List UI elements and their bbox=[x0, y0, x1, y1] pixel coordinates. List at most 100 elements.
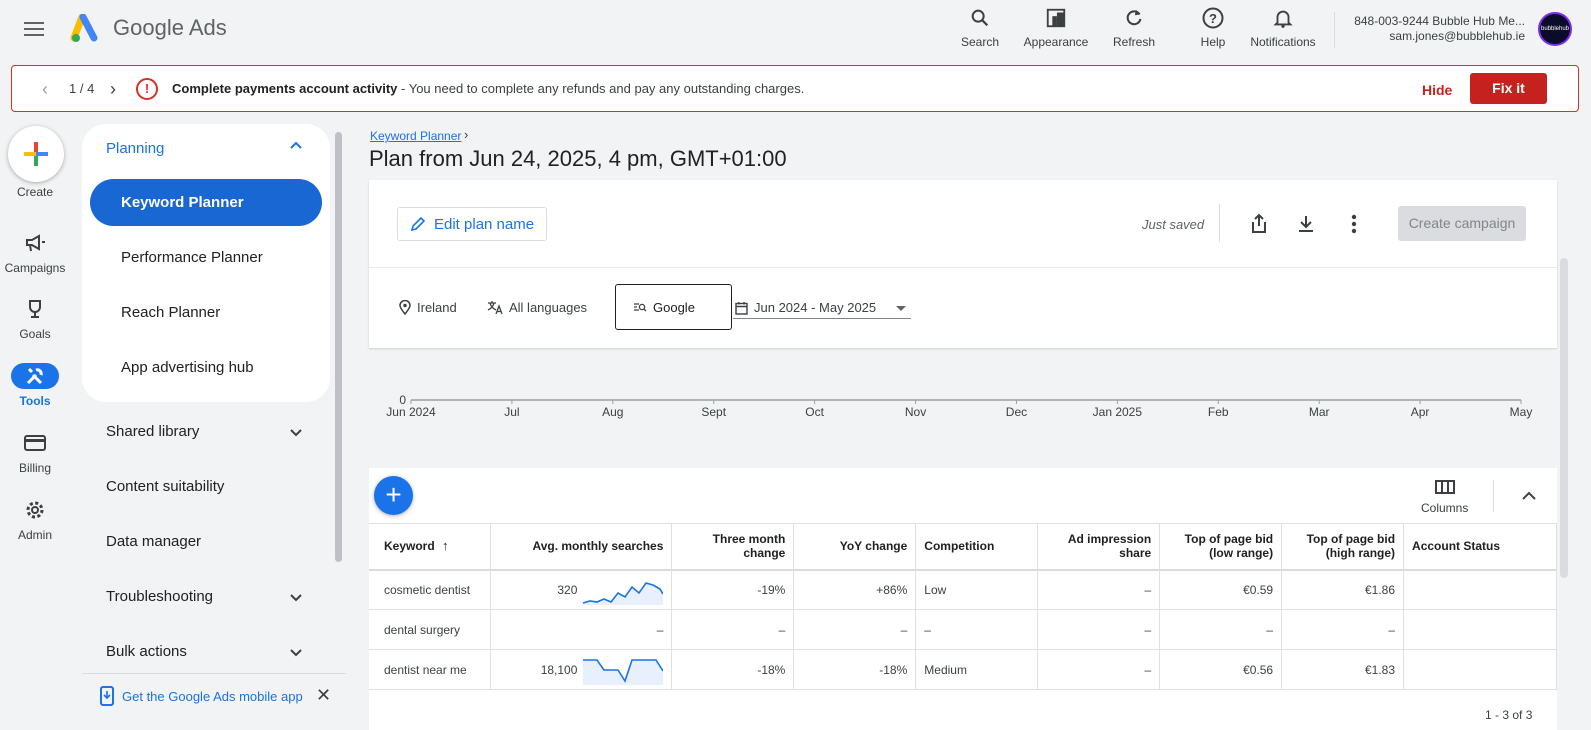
edit-plan-name-button[interactable]: Edit plan name bbox=[397, 207, 547, 241]
chevron-up-icon[interactable] bbox=[1519, 486, 1539, 506]
nav-troubleshooting[interactable]: Troubleshooting bbox=[106, 588, 213, 605]
create-campaign-button[interactable]: Create campaign bbox=[1398, 206, 1526, 241]
alert-message: Complete payments account activity - You… bbox=[172, 81, 804, 96]
location-label: Ireland bbox=[417, 300, 457, 315]
create-button[interactable] bbox=[8, 126, 64, 182]
page-scrollbar[interactable] bbox=[1560, 258, 1568, 578]
col-bid-high[interactable]: Top of page bid (high range) bbox=[1281, 523, 1405, 571]
search-network-icon bbox=[634, 303, 647, 312]
account-info[interactable]: 848-003-9244 Bubble Hub Me... sam.jones@… bbox=[1354, 14, 1525, 44]
date-range-filter[interactable]: Jun 2024 - May 2025 bbox=[735, 300, 908, 315]
columns-button[interactable]: Columns bbox=[1421, 478, 1468, 515]
nav-shared-library[interactable]: Shared library bbox=[106, 423, 199, 440]
planning-section-title[interactable]: Planning bbox=[106, 140, 164, 157]
notifications-button[interactable]: Notifications bbox=[1243, 5, 1323, 49]
three-month-cell: -19% bbox=[671, 569, 795, 610]
close-icon[interactable]: ✕ bbox=[316, 685, 331, 706]
rail-billing[interactable]: Billing bbox=[0, 430, 70, 475]
bid-low-cell: €0.59 bbox=[1159, 569, 1283, 610]
network-label: Google bbox=[653, 299, 695, 315]
trend-sparkline bbox=[583, 581, 664, 605]
impression-share-cell: – bbox=[1037, 569, 1161, 610]
nav-app-advertising-hub[interactable]: App advertising hub bbox=[90, 344, 322, 391]
refresh-icon bbox=[1094, 5, 1174, 31]
planning-card: Planning Keyword Planner Performance Pla… bbox=[82, 124, 330, 402]
nav-keyword-planner[interactable]: Keyword Planner bbox=[90, 179, 322, 226]
three-month-cell: -18% bbox=[671, 649, 795, 690]
col-avg-monthly-searches[interactable]: Avg. monthly searches bbox=[490, 523, 673, 571]
hide-button[interactable]: Hide bbox=[1422, 82, 1452, 98]
date-range-label: Jun 2024 - May 2025 bbox=[754, 300, 877, 315]
chart-svg: 0Jun 2024 Jul Aug Sept Oct Nov Dec Jan 2025 Feb M… bbox=[386, 393, 1532, 419]
nav-data-manager[interactable]: Data manager bbox=[106, 533, 201, 550]
menu-icon[interactable] bbox=[22, 18, 46, 42]
impression-share-cell: – bbox=[1037, 649, 1161, 690]
nav-divider bbox=[82, 673, 346, 674]
rail-billing-label: Billing bbox=[18, 461, 51, 475]
more-vert-icon[interactable] bbox=[1342, 212, 1366, 236]
share-icon[interactable] bbox=[1247, 212, 1271, 236]
nav-content-suitability[interactable]: Content suitability bbox=[106, 478, 224, 495]
help-button[interactable]: ? Help bbox=[1173, 5, 1253, 49]
trophy-icon bbox=[0, 296, 70, 322]
col-account-status[interactable]: Account Status bbox=[1403, 523, 1557, 571]
nav-performance-planner[interactable]: Performance Planner bbox=[90, 234, 322, 281]
table-row[interactable]: dentist near me 18,100 -18% -18% Medium … bbox=[369, 649, 1557, 690]
nav-reach-planner[interactable]: Reach Planner bbox=[90, 289, 322, 336]
chevron-down-icon[interactable] bbox=[287, 643, 305, 661]
network-filter[interactable]: Google bbox=[615, 284, 732, 330]
chevron-up-icon[interactable] bbox=[287, 136, 305, 154]
account-status-cell bbox=[1403, 649, 1557, 690]
nav-panel: Planning Keyword Planner Performance Pla… bbox=[82, 124, 346, 730]
table-row[interactable]: cosmetic dentist 320 -19% +86% Low – €0.… bbox=[369, 569, 1557, 610]
rail-campaigns[interactable]: Campaigns bbox=[0, 230, 70, 275]
appearance-button[interactable]: Appearance bbox=[1016, 5, 1096, 49]
x-tick-label: Aug bbox=[602, 405, 623, 419]
language-filter[interactable]: All languages bbox=[487, 300, 587, 315]
trend-sparkline bbox=[583, 658, 664, 685]
columns-icon bbox=[1434, 480, 1455, 494]
download-icon[interactable] bbox=[1294, 212, 1318, 236]
breadcrumb[interactable]: Keyword Planner bbox=[370, 129, 461, 143]
x-tick-label: Dec bbox=[1006, 405, 1027, 419]
calendar-icon bbox=[735, 301, 748, 315]
yoy-cell: +86% bbox=[793, 569, 917, 610]
col-ad-impression-share[interactable]: Ad impression share bbox=[1037, 523, 1161, 571]
chevron-down-icon[interactable] bbox=[287, 423, 305, 441]
nav-bulk-actions[interactable]: Bulk actions bbox=[106, 643, 187, 660]
search-button[interactable]: Search bbox=[940, 5, 1020, 49]
pagination-summary: 1 - 3 of 3 bbox=[1485, 708, 1533, 722]
col-competition[interactable]: Competition bbox=[915, 523, 1039, 571]
location-filter[interactable]: Ireland bbox=[399, 300, 457, 315]
bell-icon bbox=[1243, 5, 1323, 31]
translate-icon bbox=[487, 301, 503, 315]
nav-scrollbar[interactable] bbox=[335, 132, 342, 562]
toolbar-divider bbox=[1219, 204, 1220, 242]
card-icon bbox=[0, 430, 70, 456]
refresh-button[interactable]: Refresh bbox=[1094, 5, 1174, 49]
language-label: All languages bbox=[509, 300, 588, 315]
rail-admin[interactable]: Admin bbox=[0, 497, 70, 542]
dropdown-arrow-icon bbox=[896, 305, 907, 311]
col-keyword[interactable]: Keyword ↑ bbox=[369, 523, 492, 571]
avatar[interactable]: bubblehub bbox=[1538, 12, 1572, 46]
col-three-month-change[interactable]: Three month change bbox=[671, 523, 795, 571]
chevron-down-icon[interactable] bbox=[287, 588, 305, 606]
account-status-cell bbox=[1403, 569, 1557, 610]
error-icon: ! bbox=[136, 78, 158, 100]
rail-admin-label: Admin bbox=[17, 528, 52, 542]
col-yoy-change[interactable]: YoY change bbox=[793, 523, 917, 571]
rail-goals-label: Goals bbox=[19, 327, 51, 341]
rail-campaigns-label: Campaigns bbox=[4, 261, 66, 275]
rail-goals[interactable]: Goals bbox=[0, 296, 70, 341]
add-keyword-button[interactable]: + bbox=[374, 476, 413, 515]
col-bid-low[interactable]: Top of page bid (low range) bbox=[1159, 523, 1283, 571]
mobile-app-promo[interactable]: Get the Google Ads mobile app bbox=[100, 686, 303, 706]
chevron-right-icon[interactable]: › bbox=[110, 79, 116, 100]
rail-tools[interactable]: Tools bbox=[0, 363, 70, 408]
top-bar: Google Ads Search Appearance Refresh ? H… bbox=[0, 0, 1591, 60]
chevron-left-icon[interactable]: ‹ bbox=[42, 79, 48, 100]
fix-it-button[interactable]: Fix it bbox=[1470, 73, 1547, 104]
bid-low-cell: €0.56 bbox=[1159, 649, 1283, 690]
table-row[interactable]: dental surgery – – – – – – – bbox=[369, 609, 1557, 650]
